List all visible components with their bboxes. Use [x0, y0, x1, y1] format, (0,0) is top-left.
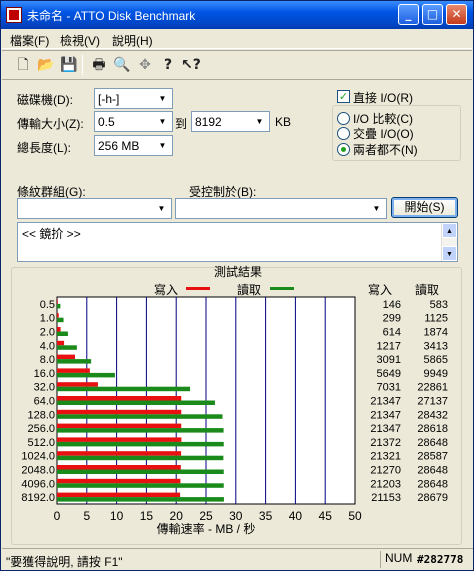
neither-label: 兩者都不(N)	[353, 143, 418, 157]
watermark-id: #282778	[417, 553, 464, 566]
atto-app-icon[interactable]	[6, 7, 22, 23]
print-icon[interactable]: 🖶	[90, 56, 108, 74]
app-window: 未命名 - ATTO Disk Benchmark _ □ ✕ 檔案(F) 檢視…	[0, 0, 474, 571]
neither-radio[interactable]	[337, 143, 350, 156]
toolbar-separator	[82, 55, 83, 75]
context-help-icon[interactable]: ↖?	[181, 56, 201, 74]
transfer-to-label: 到	[175, 117, 188, 131]
menu-help[interactable]: 說明(H)	[112, 32, 153, 49]
help-icon[interactable]: ?	[159, 56, 177, 74]
legend-write-label: 寫入	[154, 283, 179, 297]
scroll-up-icon[interactable]: ▲	[442, 223, 457, 238]
scroll-down-icon[interactable]: ▼	[442, 246, 457, 261]
legend-write-swatch	[186, 287, 210, 290]
controlled-by-select[interactable]: ▼	[175, 198, 387, 219]
column-write-header: 寫入	[368, 283, 393, 297]
chevron-down-icon[interactable]: ▼	[251, 113, 268, 130]
chevron-down-icon[interactable]: ▼	[154, 137, 171, 154]
results-group	[11, 267, 462, 545]
drive-value: [-h-]	[98, 92, 120, 106]
menu-bar: 檔案(F) 檢視(V) 說明(H)	[2, 29, 472, 49]
maximize-button[interactable]: □	[422, 4, 443, 25]
chevron-down-icon[interactable]: ▼	[368, 200, 385, 217]
results-title: 測試結果	[213, 265, 262, 279]
notes-scrollbar[interactable]: ▲ ▼	[441, 223, 457, 261]
total-length-label: 總長度(L):	[17, 141, 72, 155]
print-preview-icon[interactable]: 🔍	[113, 56, 131, 74]
chevron-down-icon[interactable]: ▼	[154, 90, 171, 107]
save-icon[interactable]: 💾	[60, 56, 78, 74]
overlapped-io-radio[interactable]	[337, 127, 350, 140]
new-icon[interactable]: 🗋	[14, 56, 32, 74]
status-text: "要獲得說明, 請按 F1"	[6, 555, 123, 569]
chevron-down-icon[interactable]: ▼	[154, 113, 171, 130]
overlapped-io-label: 交疊 I/O(O)	[353, 127, 414, 141]
notes-textarea[interactable]: << 鏡扴 >> ▲ ▼	[17, 222, 458, 262]
menu-file[interactable]: 檔案(F)	[10, 32, 49, 49]
transfer-from-value: 0.5	[98, 115, 115, 129]
legend-read-label: 讀取	[237, 283, 262, 297]
direct-io-checkbox[interactable]: ✓	[337, 90, 350, 103]
close-button[interactable]: ✕	[446, 4, 467, 25]
title-bar[interactable]: 未命名 - ATTO Disk Benchmark _ □ ✕	[1, 1, 473, 29]
minimize-button[interactable]: _	[398, 4, 419, 25]
notes-text: << 鏡扴 >>	[22, 227, 81, 241]
transfer-to-value: 8192	[195, 115, 222, 129]
drive-label: 磁碟機(D):	[17, 93, 73, 107]
direct-io-label: 直接 I/O(R)	[353, 91, 413, 105]
start-button[interactable]: 開始(S)	[391, 197, 458, 218]
drive-select[interactable]: [-h-] ▼	[94, 88, 173, 109]
toolbar: 🗋 📂 💾 🖶 🔍 ✥ ? ↖?	[2, 50, 472, 80]
column-read-header: 讀取	[415, 283, 440, 297]
total-length-value: 256 MB	[98, 139, 140, 153]
status-bar: "要獲得說明, 請按 F1" NUM #282778	[2, 548, 473, 570]
transfer-unit-label: KB	[275, 115, 292, 129]
menu-view[interactable]: 檢視(V)	[60, 32, 100, 49]
transfer-to-select[interactable]: 8192 ▼	[191, 111, 270, 132]
transfer-size-label: 傳輸大小(Z):	[17, 117, 84, 131]
total-length-select[interactable]: 256 MB ▼	[94, 135, 173, 156]
io-compare-radio[interactable]	[337, 112, 350, 125]
transfer-from-select[interactable]: 0.5 ▼	[94, 111, 173, 132]
move-icon[interactable]: ✥	[136, 56, 154, 74]
stripe-group-select[interactable]: ▼	[17, 198, 172, 219]
legend-read-swatch	[270, 287, 294, 290]
window-title: 未命名 - ATTO Disk Benchmark	[27, 9, 196, 23]
chevron-down-icon[interactable]: ▼	[153, 200, 170, 217]
open-icon[interactable]: 📂	[37, 56, 55, 74]
num-lock-indicator: NUM	[380, 551, 416, 568]
